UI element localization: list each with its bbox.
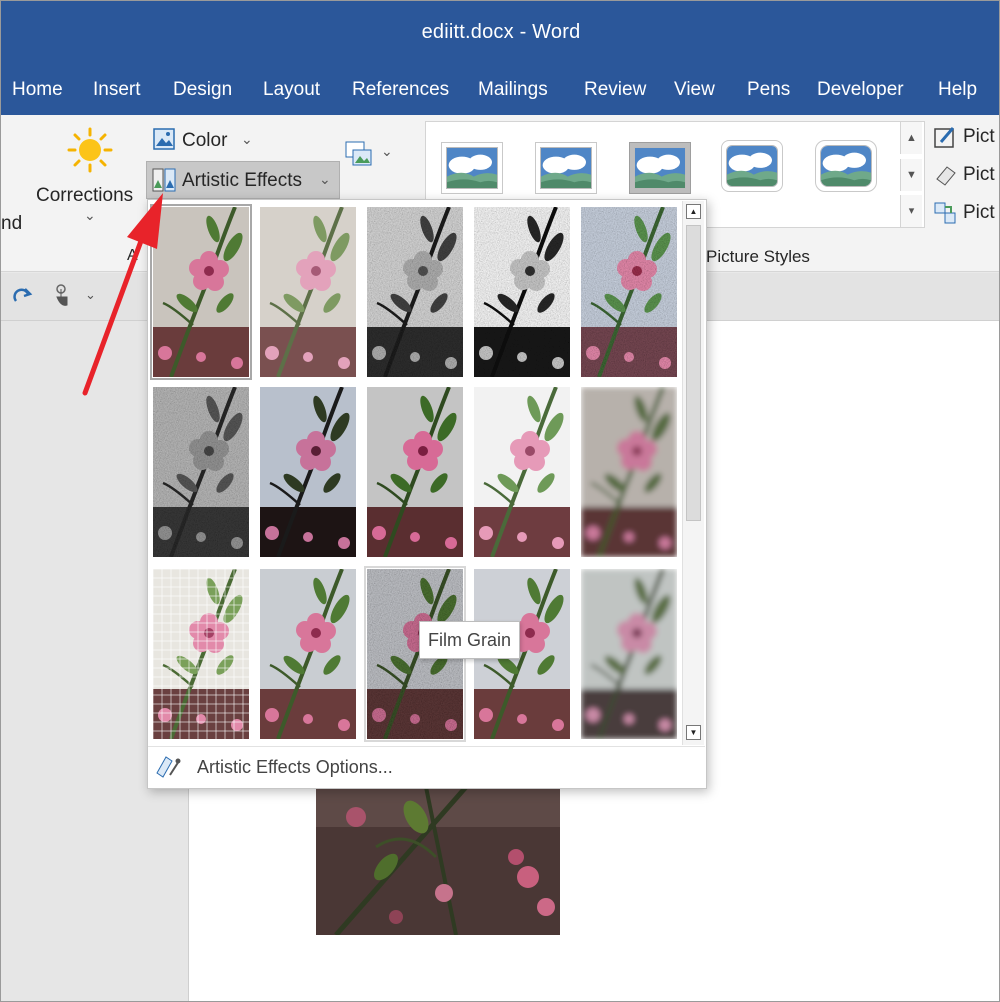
picture-style-3[interactable] [629, 142, 691, 194]
gallery-divider [148, 746, 705, 747]
menu-tabs: Home Insert Design Layout References Mai… [1, 69, 999, 115]
change-picture-icon[interactable] [345, 141, 373, 167]
artistic-effects-options-icon [156, 756, 181, 778]
tab-mailings[interactable]: Mailings [478, 79, 548, 101]
effect-thumbnail[interactable] [581, 387, 677, 557]
styles-more-button[interactable]: ▾ [900, 195, 922, 227]
tab-insert[interactable]: Insert [93, 79, 141, 101]
tab-help[interactable]: Help [938, 79, 977, 101]
scroll-thumb[interactable] [686, 225, 701, 521]
picture-styles-group-label: Picture Styles [706, 247, 810, 266]
styles-scroll-down[interactable]: ▼ [900, 159, 922, 191]
tab-home[interactable]: Home [12, 79, 63, 101]
effect-thumbnail[interactable] [153, 569, 249, 739]
artistic-effects-label: Artistic Effects [182, 170, 303, 191]
picture-style-4[interactable] [721, 140, 783, 192]
effect-thumbnail[interactable] [153, 387, 249, 557]
flower-photo-image [316, 787, 560, 935]
effect-thumbnail[interactable] [260, 207, 356, 377]
style-thumbnail [540, 147, 592, 189]
tab-pens[interactable]: Pens [747, 79, 790, 101]
picture-border-button[interactable]: Pict [963, 126, 995, 148]
color-picture-icon [153, 128, 175, 150]
effect-thumbnail[interactable] [260, 387, 356, 557]
scroll-down-arrow-icon[interactable]: ▼ [686, 725, 701, 740]
picture-layout-button[interactable]: Pict [963, 202, 995, 224]
style-thumbnail [820, 145, 872, 187]
title-bar: ediitt.docx - Word [1, 1, 999, 69]
word-window: ediitt.docx - Word Home Insert Design La… [0, 0, 1000, 1002]
style-thumbnail [726, 145, 778, 187]
ribbon-cut-label: nd [1, 213, 23, 234]
picture-layout-icon [934, 202, 956, 224]
touch-mode-icon[interactable] [51, 283, 73, 309]
effect-thumbnail[interactable] [260, 569, 356, 739]
change-picture-caret-icon[interactable]: ⌄ [381, 143, 393, 160]
effect-thumbnail[interactable] [581, 569, 677, 739]
color-caret-icon[interactable]: ⌄ [241, 131, 253, 148]
effect-tooltip: Film Grain [419, 621, 521, 659]
picture-effects-icon [936, 166, 956, 186]
style-thumbnail [634, 147, 686, 189]
corrections-sun-icon [67, 127, 113, 173]
styles-scroll-up[interactable]: ▲ [900, 122, 922, 154]
picture-border-icon [934, 127, 955, 148]
effect-thumbnail[interactable] [581, 207, 677, 377]
tab-layout[interactable]: Layout [263, 79, 320, 101]
effect-thumbnail[interactable] [474, 207, 570, 377]
artistic-effects-options-link[interactable]: Artistic Effects Options... [197, 757, 393, 778]
style-thumbnail [446, 147, 498, 189]
picture-style-2[interactable] [535, 142, 597, 194]
gallery-scrollbar[interactable]: ▲ ▼ [682, 201, 704, 745]
redo-icon[interactable] [11, 285, 35, 307]
effect-thumbnail[interactable] [367, 387, 463, 557]
tab-review[interactable]: Review [584, 79, 646, 101]
window-title: ediitt.docx - Word [421, 21, 581, 43]
tab-design[interactable]: Design [173, 79, 232, 101]
picture-effects-button[interactable]: Pict [963, 164, 995, 186]
tab-references[interactable]: References [352, 79, 449, 101]
effect-thumbnail[interactable] [474, 387, 570, 557]
effect-thumbnail[interactable] [367, 207, 463, 377]
annotation-arrow [82, 193, 163, 396]
tab-developer[interactable]: Developer [817, 79, 904, 101]
scroll-up-arrow-icon[interactable]: ▲ [686, 204, 701, 219]
tab-view[interactable]: View [674, 79, 715, 101]
picture-style-5[interactable] [815, 140, 877, 192]
color-button[interactable]: Color [182, 130, 227, 152]
document-picture[interactable] [316, 787, 560, 935]
artistic-effects-caret-icon[interactable]: ⌄ [319, 171, 331, 188]
picture-style-1[interactable] [441, 142, 503, 194]
